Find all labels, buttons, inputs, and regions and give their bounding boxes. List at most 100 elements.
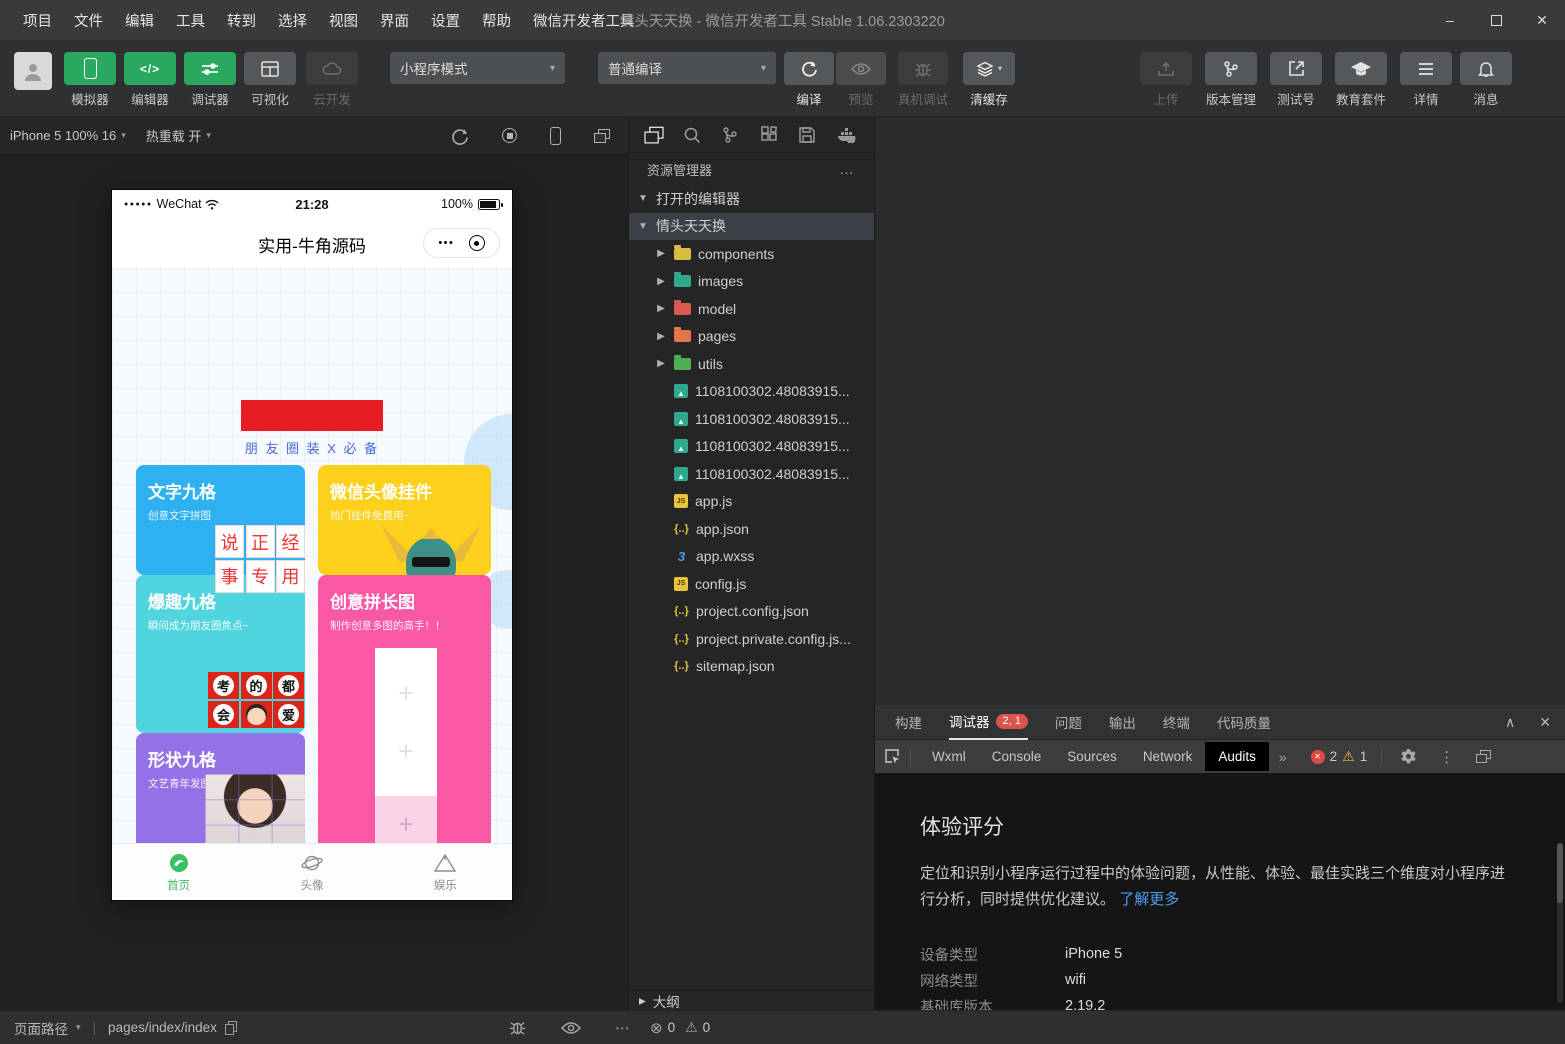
menu-view[interactable]: 视图 xyxy=(320,6,367,35)
tree-file-appjson[interactable]: {..} app.json xyxy=(629,515,874,543)
clear-cache-button[interactable]: ▾ 清缓存 xyxy=(963,52,1015,108)
menu-select[interactable]: 选择 xyxy=(269,6,316,35)
test-account-button[interactable]: 测试号 xyxy=(1270,52,1322,108)
messages-button[interactable]: 消息 xyxy=(1460,52,1512,108)
devtools-tab-wxml[interactable]: Wxml xyxy=(919,742,979,771)
tree-section-open-editors[interactable]: ▼ 打开的编辑器 xyxy=(629,185,874,213)
compile-mode-select[interactable]: 普通编译 ▾ xyxy=(598,52,776,84)
extensions-icon[interactable] xyxy=(760,126,778,144)
tree-folder-images[interactable]: ▶ images xyxy=(629,268,874,296)
tree-file-projectprivate[interactable]: {..} project.private.config.js... xyxy=(629,625,874,653)
menu-edit[interactable]: 编辑 xyxy=(116,6,163,35)
menu-settings[interactable]: 设置 xyxy=(422,6,469,35)
capsule-menu[interactable]: ••• xyxy=(423,228,500,258)
user-avatar[interactable] xyxy=(14,52,52,90)
more-dots-icon[interactable]: ••• xyxy=(438,237,454,249)
kebab-menu-icon[interactable]: ⋮ xyxy=(1439,748,1454,766)
version-manage-button[interactable]: 版本管理 xyxy=(1205,52,1257,108)
edu-suite-button[interactable]: 教育套件 xyxy=(1335,52,1387,108)
mode-select[interactable]: 小程序模式 ▾ xyxy=(390,52,565,84)
exit-target-icon[interactable] xyxy=(469,235,485,251)
editor-button[interactable]: </> 编辑器 xyxy=(124,52,176,108)
devtools-tab-console[interactable]: Console xyxy=(979,742,1055,771)
menu-project[interactable]: 项目 xyxy=(14,6,61,35)
tree-file-projectconfig[interactable]: {..} project.config.json xyxy=(629,598,874,626)
menu-interface[interactable]: 界面 xyxy=(371,6,418,35)
minimize-button[interactable]: – xyxy=(1427,0,1473,40)
tree-section-project[interactable]: ▼ 情头天天换 xyxy=(629,213,874,241)
tree-file-appjs[interactable]: JS app.js xyxy=(629,488,874,516)
panel-tab-terminal[interactable]: 终端 xyxy=(1163,705,1190,740)
eye-icon[interactable] xyxy=(561,1021,581,1035)
tab-home[interactable]: 首页 xyxy=(112,844,245,900)
rotate-icon[interactable] xyxy=(451,127,469,145)
menu-tools[interactable]: 工具 xyxy=(167,6,214,35)
devtools-tab-sources[interactable]: Sources xyxy=(1054,742,1130,771)
details-button[interactable]: 详情 xyxy=(1400,52,1452,108)
console-status[interactable]: ✕ 2 ⚠ 1 xyxy=(1311,748,1383,765)
menu-help[interactable]: 帮助 xyxy=(473,6,520,35)
panel-tab-debugger[interactable]: 调试器 2, 1 xyxy=(949,705,1028,740)
simulator-button[interactable]: 模拟器 xyxy=(64,52,116,108)
tab-avatar[interactable]: 头像 xyxy=(245,844,378,900)
card-long-image[interactable]: 创意拼长图 制作创意多图的高手！！ + + + 展示图 xyxy=(318,575,491,843)
more-actions-icon[interactable]: … xyxy=(839,161,856,178)
copy-icon[interactable] xyxy=(225,1021,238,1035)
tree-file-appwxss[interactable]: 3 app.wxss xyxy=(629,543,874,571)
tree-file-image[interactable]: ▲ 1108100302.48083915... xyxy=(629,378,874,406)
tree-folder-components[interactable]: ▶ components xyxy=(629,240,874,268)
learn-more-link[interactable]: 了解更多 xyxy=(1119,891,1179,908)
page-path-label[interactable]: 页面路径 xyxy=(14,1018,68,1038)
panel-tab-output[interactable]: 输出 xyxy=(1109,705,1136,740)
tab-fun[interactable]: 娱乐 xyxy=(379,844,512,900)
tree-folder-utils[interactable]: ▶ utils xyxy=(629,350,874,378)
panel-tab-build[interactable]: 构建 xyxy=(895,705,922,740)
problem-counts[interactable]: ⊗ 0 ⚠ 0 xyxy=(650,1019,710,1037)
tree-file-sitemap[interactable]: {..} sitemap.json xyxy=(629,653,874,681)
multi-window-icon[interactable] xyxy=(594,129,610,142)
docker-icon[interactable] xyxy=(837,127,857,143)
device-frame-icon[interactable] xyxy=(550,127,561,145)
menu-goto[interactable]: 转到 xyxy=(218,6,265,35)
more-tabs-icon[interactable]: » xyxy=(1269,749,1297,765)
outline-section[interactable]: ▸ 大纲 xyxy=(629,990,874,1010)
promo-banner[interactable] xyxy=(241,400,383,431)
tree-folder-pages[interactable]: ▶ pages xyxy=(629,323,874,351)
card-avatar-pendant[interactable]: 微信头像挂件 热门挂件免费用~ xyxy=(318,465,491,575)
close-panel-icon[interactable]: ✕ xyxy=(1539,714,1551,731)
collapse-icon[interactable]: ∧ xyxy=(1505,714,1515,731)
search-icon[interactable] xyxy=(683,126,701,144)
tree-file-image[interactable]: ▲ 1108100302.48083915... xyxy=(629,460,874,488)
files-icon[interactable] xyxy=(644,127,663,143)
refresh-icon xyxy=(800,60,818,78)
bug-icon[interactable] xyxy=(508,1019,527,1036)
tree-file-image[interactable]: ▲ 1108100302.48083915... xyxy=(629,405,874,433)
audit-info-rows: 设备类型 iPhone 5 网络类型 wifi 基础库版本 2.19.2 xyxy=(920,941,1480,1010)
devtools-tab-audits[interactable]: Audits xyxy=(1205,742,1269,771)
undock-icon[interactable] xyxy=(1476,750,1491,763)
save-icon[interactable] xyxy=(798,126,816,144)
inspect-element-icon[interactable] xyxy=(875,747,911,767)
image-file-icon: ▲ xyxy=(674,439,688,453)
panel-tab-problems[interactable]: 问题 xyxy=(1055,705,1082,740)
ellipsis-icon[interactable]: ⋯ xyxy=(615,1019,630,1037)
source-control-icon[interactable] xyxy=(721,126,739,144)
debugger-button[interactable]: 调试器 xyxy=(184,52,236,108)
scrollbar[interactable] xyxy=(1557,843,1563,1003)
visual-button[interactable]: 可视化 xyxy=(244,52,296,108)
record-icon[interactable] xyxy=(502,128,517,143)
tree-file-configjs[interactable]: JS config.js xyxy=(629,570,874,598)
gear-icon[interactable] xyxy=(1400,748,1417,765)
maximize-button[interactable] xyxy=(1473,0,1519,40)
tree-file-image[interactable]: ▲ 1108100302.48083915... xyxy=(629,433,874,461)
hot-reload-select[interactable]: 热重载 开 ▾ xyxy=(136,126,221,145)
menu-file[interactable]: 文件 xyxy=(65,6,112,35)
compile-button[interactable]: 编译 xyxy=(784,52,834,108)
close-button[interactable]: ✕ xyxy=(1519,0,1565,40)
devtools-tab-network[interactable]: Network xyxy=(1130,742,1206,771)
person-icon xyxy=(22,60,44,82)
wechat-devtools-window: 项目 文件 编辑 工具 转到 选择 视图 界面 设置 帮助 微信开发者工具 情头… xyxy=(0,0,1565,1044)
tree-folder-model[interactable]: ▶ model xyxy=(629,295,874,323)
panel-tab-code-quality[interactable]: 代码质量 xyxy=(1217,705,1271,740)
device-select[interactable]: iPhone 5 100% 16 ▾ xyxy=(0,128,136,143)
